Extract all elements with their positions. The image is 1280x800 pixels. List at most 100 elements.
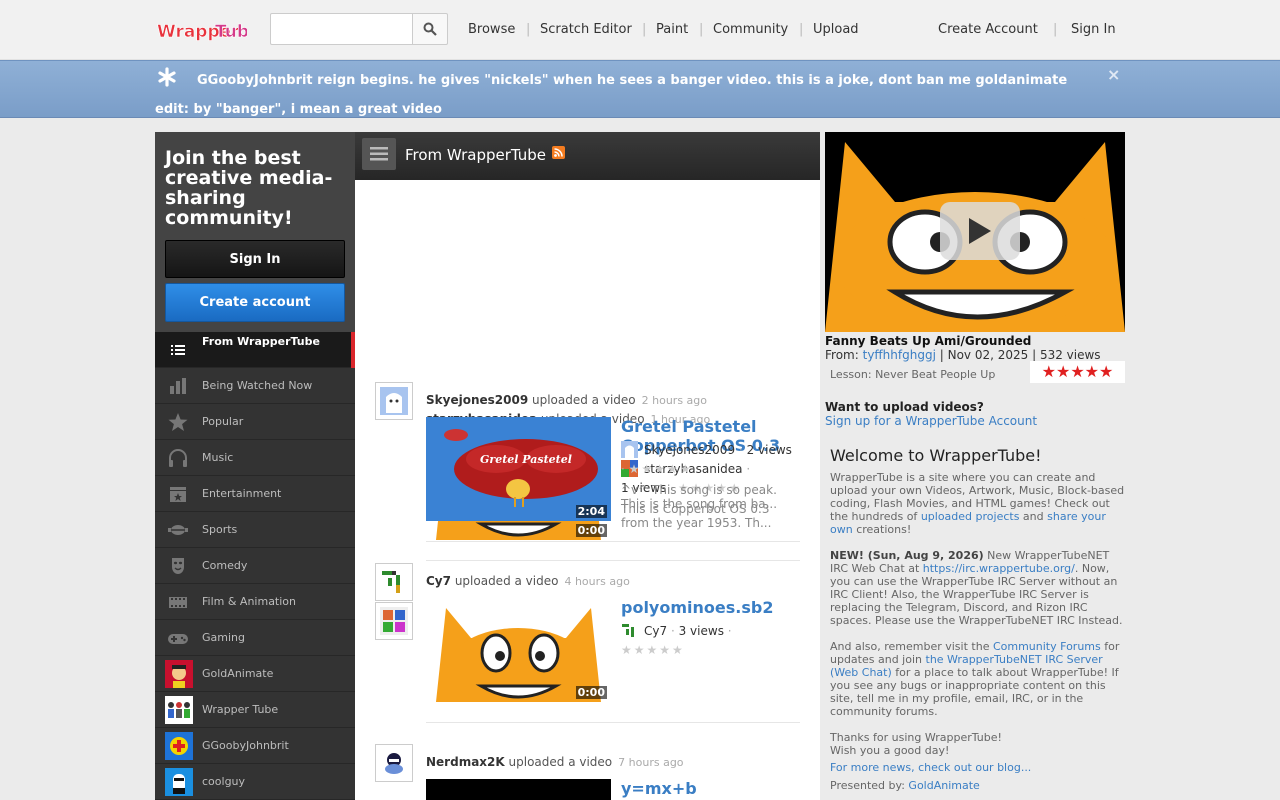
feed-title: From WrapperTube [405,146,547,164]
sidebar-item-gaming[interactable]: Gaming [155,620,355,656]
from-label: From: [825,348,859,362]
nav-separator: | [1053,22,1058,37]
sidebar-item-entertainment[interactable]: Entertainment [155,476,355,512]
uploaded-projects-link[interactable]: uploaded projects [921,510,1020,523]
sidebar-item-being-watched-now[interactable]: Being Watched Now [155,368,355,404]
divider [426,560,800,561]
video-duration: 0:00 [575,686,607,699]
welcome-paragraph: WrapperTube is a site where you can crea… [830,471,1125,536]
hamburger-icon [370,147,388,161]
upload-line: Skyejones2009 uploaded a video 2 hours ag… [426,393,707,407]
search-input[interactable] [270,13,413,45]
nav-separator: | [642,22,647,37]
rating-stars: ★★★★★ [621,643,685,657]
uploader-name[interactable]: Cy7 [644,624,667,638]
close-icon[interactable]: × [1107,65,1120,84]
search-button[interactable] [412,13,448,45]
presented-by: Presented by: GoldAnimate [830,779,1125,792]
video-title-link[interactable]: Gretel Pastetel [621,417,757,436]
nav-browse[interactable]: Browse [468,22,515,37]
sidebar: Join the best creative media-sharing com… [155,132,355,800]
irc-web-chat-link[interactable]: https://irc.wrappertube.org/ [923,562,1075,575]
menu-button[interactable] [362,138,396,170]
sidebar-item-music[interactable]: Music [155,440,355,476]
text: And also, remember visit the [830,640,993,653]
presenter-link[interactable]: GoldAnimate [908,779,979,792]
announcement-bar: GGoobyJohnbrit reign begins. he gives "n… [0,60,1280,118]
community-paragraph: And also, remember visit the Community F… [830,640,1125,718]
news-date: NEW! (Sun, Aug 9, 2026) [830,549,984,562]
divider [426,722,800,723]
sidebar-create-account-button[interactable]: Create account [165,283,345,322]
list-icon [171,345,185,355]
sidebar-item-label: Sports [202,523,238,536]
sign-in-link[interactable]: Sign In [1071,22,1116,37]
sidebar-item-label: Film & Animation [202,595,297,608]
sidebar-item-popular[interactable]: Popular [155,404,355,440]
rating-stars: ★★★★★ [628,462,693,476]
action-text: uploaded a video [454,574,559,588]
sidebar-item-label: GGoobyJohnbrit [202,739,289,752]
sidebar-sign-in-button[interactable]: Sign In [165,240,345,278]
sidebar-item-wrapper-tube[interactable]: Wrapper Tube [155,692,355,728]
nav-paint[interactable]: Paint [656,22,688,37]
mask-icon [172,558,184,574]
welcome-box: Welcome to WrapperTube! WrapperTube is a… [825,436,1125,800]
sidebar-item-label: Music [202,451,234,464]
video-thumbnail[interactable]: Gretel Pastetel 2:04 [426,417,611,521]
sidebar-item-film-animation[interactable]: Film & Animation [155,584,355,620]
blog-link[interactable]: For more news, check out our blog... [830,761,1031,774]
user-avatar[interactable] [375,382,413,420]
nav-upload[interactable]: Upload [813,22,859,37]
video-thumbnail[interactable]: 0:00 [426,598,611,702]
sidebar-item-comedy[interactable]: Comedy [155,548,355,584]
nav-community[interactable]: Community [713,22,788,37]
upload-line: Cy7 uploaded a video 4 hours ago [426,574,630,588]
video-thumbnail[interactable] [426,779,611,800]
avatar [165,768,193,796]
community-forums-link[interactable]: Community Forums [993,640,1101,653]
timestamp: 2 hours ago [641,394,708,407]
user-avatar[interactable] [375,744,413,782]
rss-icon[interactable] [552,146,565,159]
username-link[interactable]: Skyejones2009 [426,393,528,407]
user-avatar[interactable] [375,602,413,640]
star-icon [168,413,188,431]
video-title-link[interactable]: polyominoes.sb2 [621,598,773,617]
sidebar-item-ggoobyjohnbrit[interactable]: GGoobyJohnbrit [155,728,355,764]
join-title: Join the best creative media-sharing com… [165,147,333,229]
featured-uploader-link[interactable]: tyffhhfghggj [863,348,936,362]
video-meta: Cy7 · 3 views · ★★★★★ [621,622,732,657]
video-title-link[interactable]: y=mx+b [621,779,697,798]
nav-scratch-editor[interactable]: Scratch Editor [540,22,632,37]
action-text: uploaded a video [532,393,636,407]
site-logo[interactable]: Wrapper Tube [157,17,261,43]
action-text: uploaded a video [508,755,613,769]
feed-header: From WrapperTube [355,132,820,180]
sidebar-item-label: GoldAnimate [202,667,274,680]
text: Presented by: [830,779,909,792]
divider [426,541,800,542]
date-and-views: | Nov 02, 2025 | 532 views [939,348,1101,362]
video-duration: 0:00 [575,524,607,537]
uploader-name[interactable]: Skyejones2009 [644,443,735,457]
signup-link[interactable]: Sign up for a WrapperTube Account [825,414,1037,428]
sidebar-item-goldanimate[interactable]: GoldAnimate [155,656,355,692]
featured-video-info: From: tyffhhfghggj | Nov 02, 2025 | 532 … [825,348,1101,362]
featured-video-title[interactable]: Fanny Beats Up Ami/Grounded [825,334,1031,348]
ball-icon [168,525,188,535]
video-meta: Skyejones2009 · 2 views · ★★★★★ [621,441,792,476]
search-icon [423,22,437,36]
user-avatar[interactable] [375,563,413,601]
username-link[interactable]: Nerdmax2K [426,755,505,769]
user-mini-avatar [621,622,638,639]
sidebar-item-sports[interactable]: Sports [155,512,355,548]
featured-video-player[interactable] [825,132,1125,332]
sidebar-item-coolguy[interactable]: coolguy [155,764,355,800]
sidebar-item-from-wrappertube[interactable]: From WrapperTube [155,332,355,368]
username-link[interactable]: Cy7 [426,574,451,588]
clapperboard-icon [170,487,186,502]
create-account-link[interactable]: Create Account [938,22,1038,37]
play-button[interactable] [940,202,1020,260]
text: and [1019,510,1048,523]
